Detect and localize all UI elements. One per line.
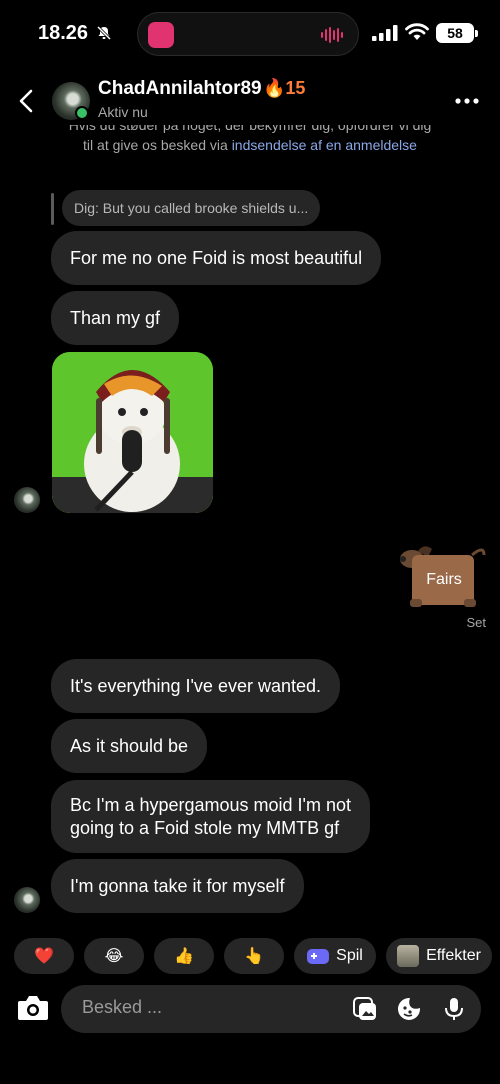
reply-indicator xyxy=(51,193,54,225)
message-bubble[interactable]: I'm gonna take it for myself xyxy=(51,859,304,913)
sticker-icon[interactable] xyxy=(396,996,422,1022)
message-bubble[interactable]: Than my gf xyxy=(51,291,180,345)
report-link[interactable]: indsendelse af en anmeldelse xyxy=(232,137,417,153)
status-bar: 18.26 58 xyxy=(0,0,500,70)
quick-reaction-thumbs-up[interactable]: 👍 xyxy=(154,938,214,974)
streak-badge: 🔥15 xyxy=(263,78,306,98)
contact-name[interactable]: ChadAnnilahtor89 xyxy=(98,78,262,100)
dynamic-island[interactable] xyxy=(137,12,359,56)
effects-button[interactable]: Effekter xyxy=(386,938,492,974)
audio-wave-icon xyxy=(321,27,343,43)
online-indicator xyxy=(75,106,89,120)
message-input[interactable]: Besked ... xyxy=(82,997,162,1018)
microphone-icon[interactable] xyxy=(441,996,467,1022)
back-arrow-icon[interactable] xyxy=(16,89,36,113)
quick-reaction-laugh[interactable]: 😂 xyxy=(84,938,144,974)
notice-text: til at give os besked via xyxy=(83,137,232,153)
contact-avatar-small[interactable] xyxy=(14,487,40,513)
reply-preview[interactable]: Dig: But you called brooke shields u... xyxy=(62,190,321,226)
image-message[interactable] xyxy=(52,352,213,513)
dog-sticker[interactable]: Fairs xyxy=(398,541,488,611)
activity-status: Aktiv nu xyxy=(98,104,148,120)
notice-partial-line: Hvis du støder på noget, der bekymrer di… xyxy=(68,125,432,133)
wifi-icon xyxy=(405,23,429,40)
gamepad-icon xyxy=(307,948,330,964)
sticker-text: Fairs xyxy=(426,571,462,588)
effects-label: Effekter xyxy=(426,947,481,964)
gallery-icon[interactable] xyxy=(352,996,378,1022)
effects-thumbnail-icon xyxy=(397,945,420,967)
safety-notice: Hvis du støder på noget, der bekymrer di… xyxy=(40,125,460,156)
muppet-photo xyxy=(52,352,213,513)
message-bubble[interactable]: Bc I'm a hypergamous moid I'm not going … xyxy=(51,780,370,853)
app-icon xyxy=(148,22,174,48)
signal-icon xyxy=(372,25,398,41)
more-options-icon[interactable] xyxy=(454,97,480,105)
message-bubble[interactable]: For me no one Foid is most beautiful xyxy=(51,231,382,285)
status-time: 18.26 xyxy=(38,22,89,44)
battery-indicator: 58 xyxy=(436,23,478,43)
games-button[interactable]: Spil xyxy=(294,938,376,974)
quick-reaction-point-up[interactable]: 👆 xyxy=(224,938,284,974)
games-label: Spil xyxy=(336,947,363,964)
message-bubble[interactable]: As it should be xyxy=(51,719,208,773)
seen-status: Set xyxy=(466,615,486,630)
message-bubble[interactable]: It's everything I've ever wanted. xyxy=(51,659,340,713)
camera-icon[interactable] xyxy=(12,985,54,1031)
contact-avatar-small[interactable] xyxy=(14,887,40,913)
bell-muted-icon xyxy=(96,25,112,41)
quick-reaction-heart[interactable]: ❤️ xyxy=(14,938,74,974)
